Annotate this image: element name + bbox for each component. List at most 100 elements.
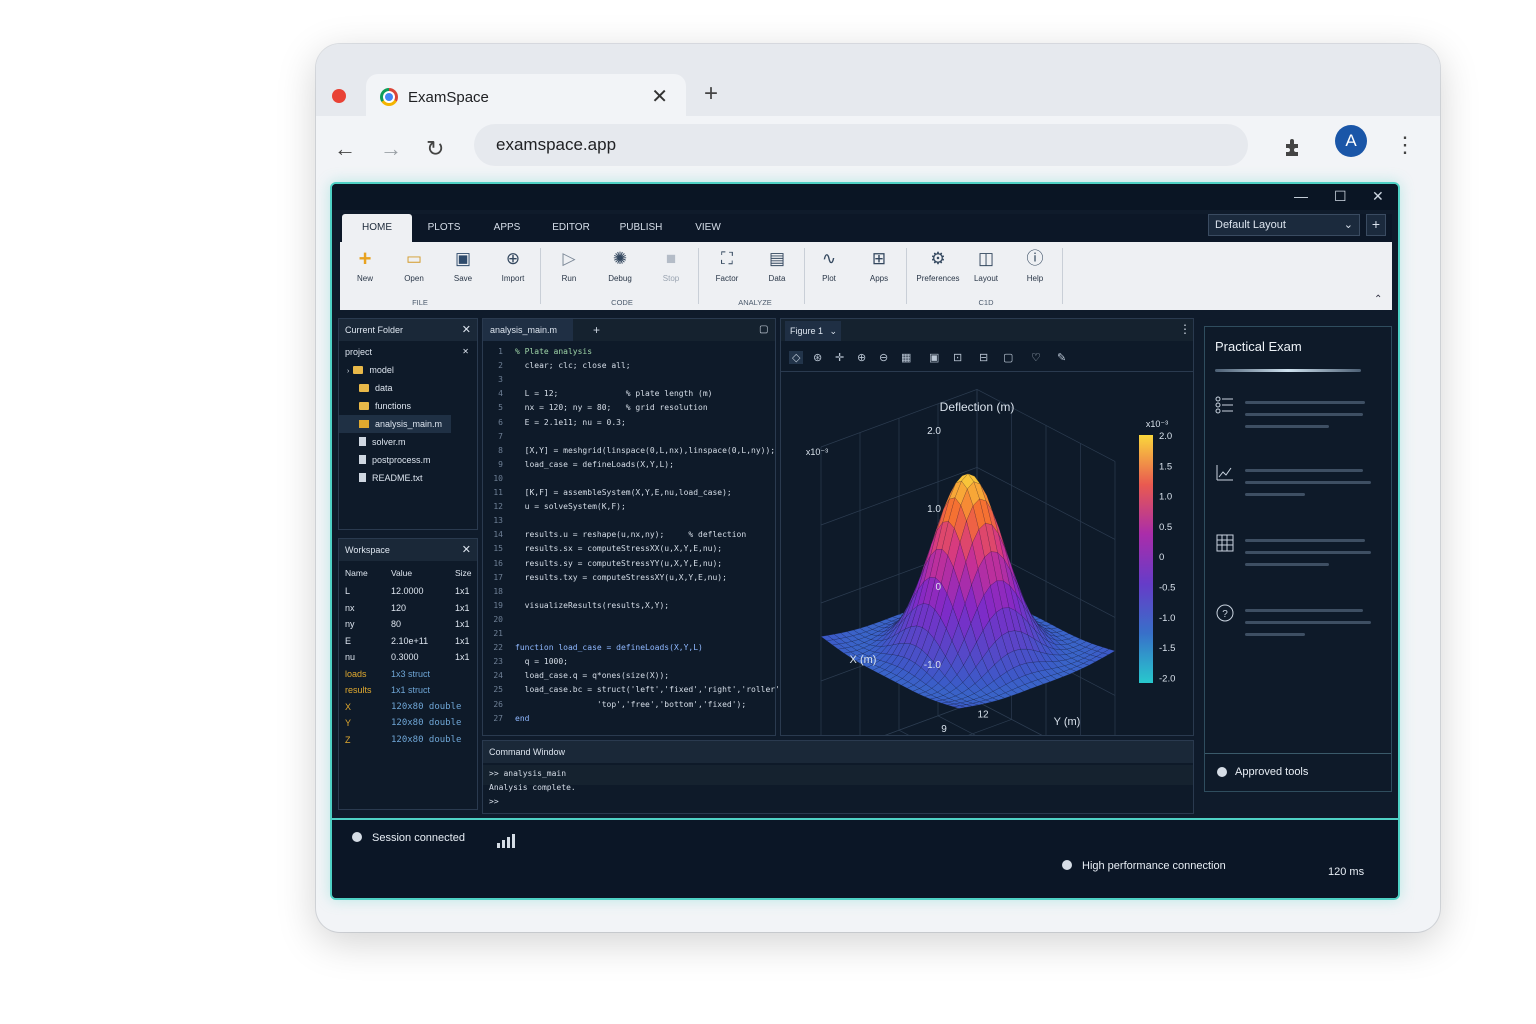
folder-root[interactable]: project ✕ [339, 343, 477, 361]
tab-editor[interactable]: EDITOR [540, 214, 602, 242]
plot-button[interactable]: ∿ Plot [804, 246, 854, 292]
ws-header-size: Size [455, 568, 472, 578]
zoom-out-icon[interactable]: ⊖ [879, 351, 888, 364]
folder-root-label: project [345, 347, 373, 357]
copy-icon[interactable]: ▢ [1003, 351, 1013, 364]
folder-item-solver[interactable]: solver.m [339, 433, 477, 451]
deflection-surface-plot[interactable]: Deflection (m)2.01.00-1.0-2.0x10⁻³036912… [781, 373, 1193, 735]
browser-menu-icon[interactable]: ⋮ [1394, 132, 1416, 158]
line-number: 21 [493, 629, 503, 638]
select-tool-icon[interactable]: ◇ [789, 351, 804, 364]
data-tips-icon[interactable]: ▦ [901, 351, 911, 364]
folder-item-readme[interactable]: README.txt [339, 469, 477, 487]
workspace-row[interactable]: E 2.10e+11 1x1 [345, 633, 475, 649]
debug-button[interactable]: ✺ Debug [595, 246, 645, 292]
figure-panel: Figure 1 ⌄ ⋮ ◇ ⊛ ✛ ⊕ ⊖ ▦ ▣ ⊡ ⊟ ▢ ♡ ✎ Def… [780, 318, 1194, 736]
command-prompt[interactable]: >> [489, 795, 499, 809]
code-text: results.sy = computeStressYY(u,X,Y,E,nu)… [515, 558, 723, 568]
apps-button[interactable]: ⊞ Apps [854, 246, 904, 292]
rotate-tool-icon[interactable]: ⊛ [813, 351, 822, 364]
zoom-in-icon[interactable]: ⊕ [857, 351, 866, 364]
code-text: 'top','free','bottom','fixed'); [515, 699, 747, 709]
import-button[interactable]: ⊕ Import [488, 246, 538, 292]
code-line: 1 % Plate analysis [483, 345, 592, 359]
edit-plot-icon[interactable]: ✎ [1057, 351, 1066, 364]
folder-item-data[interactable]: data [339, 379, 477, 397]
folder-item-analysis-main[interactable]: analysis_main.m [339, 415, 451, 433]
maximize-icon[interactable]: ☐ [1334, 188, 1347, 205]
workspace-row[interactable]: results 1x1 struct [345, 682, 475, 698]
new-tab-button[interactable]: + [704, 80, 718, 108]
exam-divider [1205, 753, 1391, 754]
export-icon[interactable]: ⊟ [979, 351, 988, 364]
close-root-icon[interactable]: ✕ [462, 343, 469, 361]
reload-icon[interactable]: ↻ [426, 136, 444, 162]
code-line: 26 'top','free','bottom','fixed'); [483, 698, 746, 712]
editor-tab-analysis-main[interactable]: analysis_main.m [483, 319, 573, 341]
back-icon[interactable]: ← [334, 136, 356, 162]
forward-icon[interactable]: → [380, 136, 402, 162]
extensions-icon[interactable] [1282, 136, 1304, 158]
close-folder-panel-icon[interactable]: ✕ [462, 319, 471, 341]
ws-name: loads [345, 668, 367, 679]
tab-title: ExamSpace [408, 89, 489, 106]
workspace-row[interactable]: loads 1x3 struct [345, 666, 475, 682]
save-button[interactable]: ▣ Save [438, 246, 488, 292]
command-window-title: Command Window [483, 741, 1193, 763]
workspace-row[interactable]: ny 80 1x1 [345, 616, 475, 632]
run-button[interactable]: ▷ Run [544, 246, 594, 292]
preferences-button[interactable]: ⚙ Preferences [910, 246, 966, 292]
address-bar[interactable]: examspace.app [474, 124, 1248, 166]
help-button[interactable]: ⓘ Help [1010, 246, 1060, 292]
new-button[interactable]: + New [340, 246, 390, 292]
tab-plots[interactable]: PLOTS [414, 214, 474, 242]
pin-icon[interactable]: ♡ [1031, 351, 1041, 364]
close-app-icon[interactable]: ✕ [1372, 188, 1384, 205]
pan-tool-icon[interactable]: ✛ [835, 351, 844, 364]
figure-tab[interactable]: Figure 1 ⌄ [785, 321, 841, 341]
close-workspace-icon[interactable]: ✕ [462, 539, 471, 561]
workspace-row[interactable]: Y 120x80 double [345, 715, 475, 731]
new-editor-tab-icon[interactable]: + [593, 323, 600, 337]
code-line: 25 load_case.bc = struct('left','fixed',… [483, 683, 799, 697]
workspace-row[interactable]: nx 120 1x1 [345, 600, 475, 616]
line-number: 14 [493, 530, 503, 540]
add-layout-button[interactable]: + [1366, 214, 1386, 236]
minimize-icon[interactable]: — [1294, 188, 1308, 204]
editor-options-icon[interactable]: ▢ [759, 324, 768, 335]
tab-view[interactable]: VIEW [680, 214, 736, 242]
tab-home[interactable]: HOME [342, 214, 412, 242]
data-button[interactable]: ▤ Data [752, 246, 802, 292]
folder-item-functions[interactable]: functions [339, 397, 477, 415]
line-number: 13 [493, 516, 503, 526]
layout-dropdown[interactable]: Default Layout ⌄ [1208, 214, 1360, 236]
stop-button[interactable]: ■ Stop [646, 246, 696, 292]
folder-item-postprocess[interactable]: postprocess.m [339, 451, 477, 469]
close-tab-icon[interactable]: ✕ [651, 84, 668, 109]
ws-value: 120x80 double [391, 718, 462, 728]
link-icon[interactable]: ⊡ [953, 351, 962, 364]
ws-header-name: Name [345, 568, 368, 578]
colorbar-tick-label: -1.0 [1159, 613, 1175, 624]
brush-icon[interactable]: ▣ [929, 351, 939, 364]
workspace-row[interactable]: Z 120x80 double [345, 732, 475, 748]
figure-menu-icon[interactable]: ⋮ [1179, 322, 1191, 336]
collapse-ribbon-icon[interactable]: ⌃ [1374, 294, 1382, 305]
ribbon-toolbar: + New ▭ Open ▣ Save ⊕ Import ▷ Run ✺ Deb… [340, 242, 1392, 310]
layout-button[interactable]: ◫ Layout [961, 246, 1011, 292]
open-button[interactable]: ▭ Open [389, 246, 439, 292]
browser-tab[interactable]: ExamSpace ✕ [366, 74, 686, 118]
code-text: clear; clc; close all; [515, 361, 631, 371]
folder-item-model[interactable]: › model [339, 361, 477, 379]
tab-apps[interactable]: APPS [478, 214, 536, 242]
profile-avatar[interactable]: A [1335, 125, 1367, 157]
approved-tools-row[interactable]: Approved tools [1205, 755, 1391, 791]
workspace-row[interactable]: L 12.0000 1x1 [345, 583, 475, 599]
workspace-row[interactable]: X 120x80 double [345, 699, 475, 715]
workspace-row[interactable]: nu 0.3000 1x1 [345, 649, 475, 665]
command-window: Command Window >> analysis_main Analysis… [482, 740, 1194, 814]
factor-button[interactable]: ⛶ Factor [702, 246, 752, 292]
close-window-dot[interactable] [332, 89, 346, 103]
command-line[interactable]: >> analysis_main [489, 767, 566, 781]
tab-publish[interactable]: PUBLISH [606, 214, 676, 242]
